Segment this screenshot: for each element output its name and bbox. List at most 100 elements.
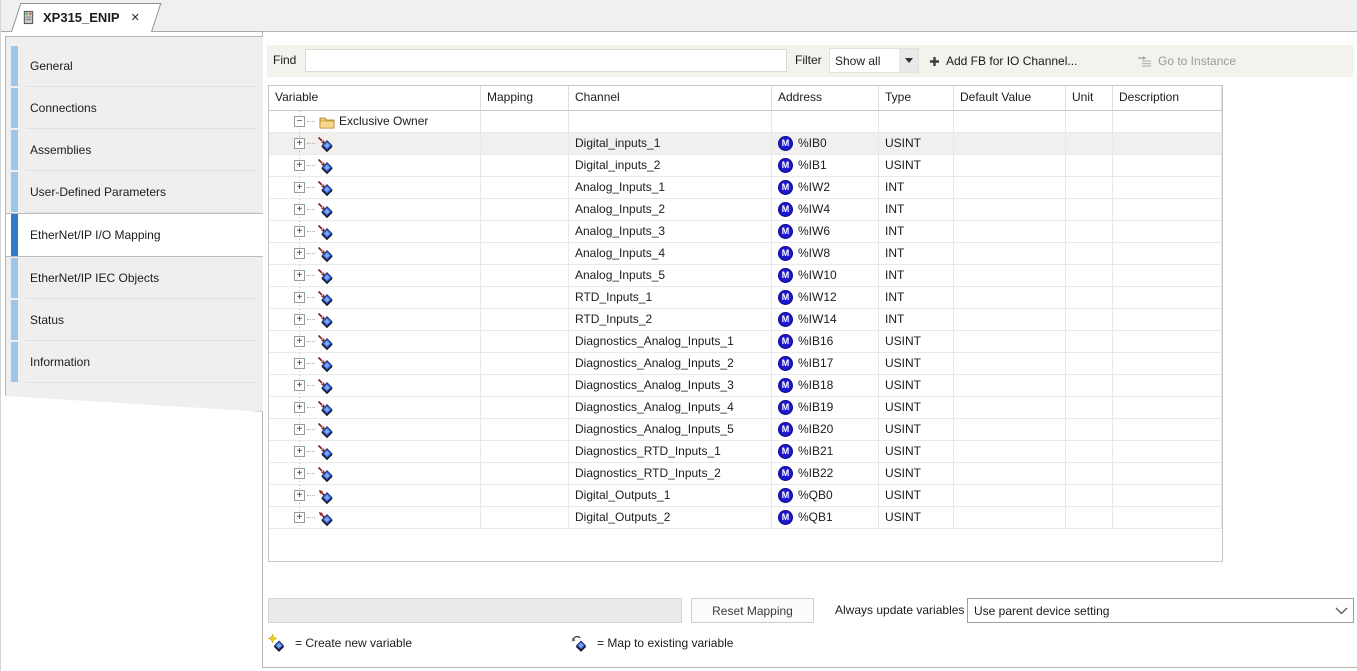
address-cell[interactable]: M %IW8 <box>772 243 879 265</box>
mapping-cell[interactable] <box>481 397 569 419</box>
table-row[interactable]: + Digital_Outputs_2 <box>269 507 1222 529</box>
table-row[interactable]: + Diagnostics_RTD_I <box>269 463 1222 485</box>
description-cell[interactable] <box>1113 265 1222 287</box>
sidebar-item-ethernet-ip-iec-objects[interactable]: EtherNet/IP IEC Objects <box>6 257 263 299</box>
chevron-down-icon[interactable] <box>1329 607 1353 615</box>
group-row-exclusive-owner[interactable]: − Exclusive Owner <box>269 111 1222 133</box>
column-header-default-value[interactable]: Default Value <box>954 86 1066 110</box>
expand-icon[interactable]: + <box>294 248 305 259</box>
default-value-cell[interactable] <box>954 507 1066 529</box>
expand-icon[interactable]: + <box>294 468 305 479</box>
expand-icon[interactable]: + <box>294 138 305 149</box>
sidebar-item-assemblies[interactable]: Assemblies <box>6 129 263 171</box>
column-header-type[interactable]: Type <box>879 86 954 110</box>
column-header-channel[interactable]: Channel <box>569 86 772 110</box>
channel-cell[interactable]: Diagnostics_RTD_Inputs_1 <box>569 441 772 463</box>
mapping-cell[interactable] <box>481 463 569 485</box>
sidebar-item-status[interactable]: Status <box>6 299 263 341</box>
channel-cell[interactable]: Digital_inputs_1 <box>569 133 772 155</box>
reset-mapping-button[interactable]: Reset Mapping <box>691 598 814 623</box>
address-cell[interactable]: M %QB0 <box>772 485 879 507</box>
expand-icon[interactable]: + <box>294 424 305 435</box>
default-value-cell[interactable] <box>954 265 1066 287</box>
table-row[interactable]: + Diagnostics_RTD_I <box>269 441 1222 463</box>
description-cell[interactable] <box>1113 463 1222 485</box>
default-value-cell[interactable] <box>954 133 1066 155</box>
table-row[interactable]: + Analog_Inputs_2 <box>269 199 1222 221</box>
expand-icon[interactable]: + <box>294 512 305 523</box>
sidebar-item-user-defined-parameters[interactable]: User-Defined Parameters <box>6 171 263 213</box>
column-header-address[interactable]: Address <box>772 86 879 110</box>
default-value-cell[interactable] <box>954 375 1066 397</box>
table-row[interactable]: + Digital_Outputs_1 <box>269 485 1222 507</box>
mapping-cell[interactable] <box>481 155 569 177</box>
filter-dropdown-arrow-icon[interactable] <box>899 49 918 72</box>
expand-icon[interactable]: + <box>294 336 305 347</box>
tab-close-icon[interactable]: ✕ <box>131 11 140 24</box>
description-cell[interactable] <box>1113 243 1222 265</box>
sidebar-item-general[interactable]: General <box>6 45 263 87</box>
mapping-cell[interactable] <box>481 243 569 265</box>
address-cell[interactable]: M %IB1 <box>772 155 879 177</box>
channel-cell[interactable]: RTD_Inputs_2 <box>569 309 772 331</box>
address-cell[interactable]: M %IW2 <box>772 177 879 199</box>
description-cell[interactable] <box>1113 353 1222 375</box>
table-row[interactable]: + Diagnostics_Analo <box>269 397 1222 419</box>
default-value-cell[interactable] <box>954 485 1066 507</box>
description-cell[interactable] <box>1113 309 1222 331</box>
mapping-cell[interactable] <box>481 177 569 199</box>
channel-cell[interactable]: Diagnostics_Analog_Inputs_2 <box>569 353 772 375</box>
expand-icon[interactable]: + <box>294 446 305 457</box>
description-cell[interactable] <box>1113 331 1222 353</box>
mapping-cell[interactable] <box>481 375 569 397</box>
column-header-mapping[interactable]: Mapping <box>481 86 569 110</box>
table-row[interactable]: + Digital_inputs_1 <box>269 133 1222 155</box>
expand-icon[interactable]: + <box>294 358 305 369</box>
table-row[interactable]: + Analog_Inputs_1 <box>269 177 1222 199</box>
table-row[interactable]: + Diagnostics_Analo <box>269 353 1222 375</box>
address-cell[interactable]: M %IB0 <box>772 133 879 155</box>
description-cell[interactable] <box>1113 507 1222 529</box>
address-cell[interactable]: M %IB19 <box>772 397 879 419</box>
description-cell[interactable] <box>1113 397 1222 419</box>
default-value-cell[interactable] <box>954 287 1066 309</box>
channel-cell[interactable]: Analog_Inputs_5 <box>569 265 772 287</box>
goto-instance-button[interactable]: Go to Instance <box>1133 49 1240 73</box>
channel-cell[interactable]: Analog_Inputs_4 <box>569 243 772 265</box>
channel-cell[interactable]: RTD_Inputs_1 <box>569 287 772 309</box>
table-row[interactable]: + Analog_Inputs_5 <box>269 265 1222 287</box>
mapping-cell[interactable] <box>481 265 569 287</box>
description-cell[interactable] <box>1113 441 1222 463</box>
default-value-cell[interactable] <box>954 331 1066 353</box>
description-cell[interactable] <box>1113 375 1222 397</box>
table-row[interactable]: + Analog_Inputs_3 <box>269 221 1222 243</box>
expand-icon[interactable]: + <box>294 182 305 193</box>
add-fb-button[interactable]: Add FB for IO Channel... <box>925 49 1081 73</box>
mapping-cell[interactable] <box>481 441 569 463</box>
default-value-cell[interactable] <box>954 419 1066 441</box>
address-cell[interactable]: M %IB17 <box>772 353 879 375</box>
filter-select[interactable]: Show all <box>829 48 919 73</box>
table-row[interactable]: + Digital_inputs_2 <box>269 155 1222 177</box>
always-update-select[interactable]: Use parent device setting <box>967 598 1354 623</box>
mapping-cell[interactable] <box>481 309 569 331</box>
channel-cell[interactable]: Diagnostics_RTD_Inputs_2 <box>569 463 772 485</box>
expand-icon[interactable]: + <box>294 160 305 171</box>
table-row[interactable]: + Diagnostics_Analo <box>269 375 1222 397</box>
address-cell[interactable]: M %IB21 <box>772 441 879 463</box>
default-value-cell[interactable] <box>954 441 1066 463</box>
description-cell[interactable] <box>1113 155 1222 177</box>
find-input[interactable] <box>305 49 787 72</box>
mapping-cell[interactable] <box>481 199 569 221</box>
address-cell[interactable]: M %QB1 <box>772 507 879 529</box>
description-cell[interactable] <box>1113 177 1222 199</box>
description-cell[interactable] <box>1113 221 1222 243</box>
column-header-variable[interactable]: Variable <box>269 86 481 110</box>
default-value-cell[interactable] <box>954 199 1066 221</box>
default-value-cell[interactable] <box>954 221 1066 243</box>
address-cell[interactable]: M %IW14 <box>772 309 879 331</box>
channel-cell[interactable]: Diagnostics_Analog_Inputs_4 <box>569 397 772 419</box>
description-cell[interactable] <box>1113 485 1222 507</box>
channel-cell[interactable]: Analog_Inputs_2 <box>569 199 772 221</box>
table-row[interactable]: + RTD_Inputs_1 <box>269 287 1222 309</box>
